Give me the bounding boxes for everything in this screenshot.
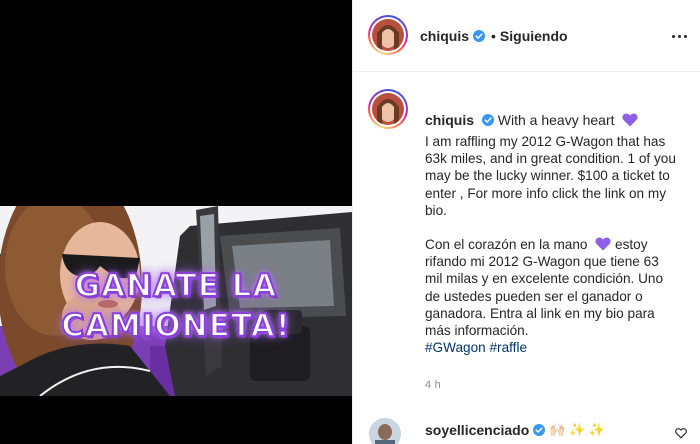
post-header: chiquis • Siguiendo <box>353 0 700 72</box>
instagram-post: GANATE LA CAMIONETA! chiquis • Siguiendo… <box>0 0 700 444</box>
comment-emojis: 🙌🏻 ✨ ✨ <box>549 422 606 437</box>
following-button[interactable]: Siguiendo <box>500 28 568 44</box>
comment-row: soyellicenciado 🙌🏻 ✨ ✨ <box>353 410 700 444</box>
verified-badge-icon <box>473 30 486 42</box>
caption-body: I am raffling my 2012 G-Wagon that has 6… <box>425 133 677 373</box>
overlay-text-line-1: GANATE LA <box>74 267 278 305</box>
post-details-panel: chiquis • Siguiendo chiquis With a heavy… <box>352 0 700 444</box>
caption-avatar-image <box>372 93 404 125</box>
more-options-icon[interactable] <box>669 26 689 46</box>
header-user-line: chiquis • Siguiendo <box>420 28 568 44</box>
hashtag-raffle[interactable]: #raffle <box>489 340 527 355</box>
caption-spanish-start: Con el corazón en la mano <box>425 237 588 253</box>
verified-badge-icon <box>481 114 494 126</box>
caption-spanish-rest: estoy rifando mi 2012 G-Wagon que tiene … <box>425 237 664 339</box>
caption-timestamp[interactable]: 4 h <box>425 379 441 391</box>
hashtag-gwagon[interactable]: #GWagon <box>425 340 486 355</box>
author-avatar-image <box>372 19 404 51</box>
header-separator: • <box>491 28 496 44</box>
overlay-text-line-2: CAMIONETA! <box>60 307 291 345</box>
purple-heart-icon <box>622 113 639 127</box>
purple-heart-icon <box>595 237 611 251</box>
caption-lead: With a heavy heart <box>497 112 615 128</box>
caption-paragraph-english: I am raffling my 2012 G-Wagon that has 6… <box>425 134 676 218</box>
comments-section: chiquis With a heavy heart I am raffling… <box>353 73 700 403</box>
heart-outline-icon[interactable] <box>675 427 687 439</box>
caption-avatar[interactable] <box>368 89 408 129</box>
header-username[interactable]: chiquis <box>420 28 469 44</box>
comment-text: soyellicenciado 🙌🏻 ✨ ✨ <box>425 422 605 438</box>
post-media[interactable]: GANATE LA CAMIONETA! <box>0 0 352 444</box>
commenter-username[interactable]: soyellicenciado <box>425 422 529 438</box>
caption-head: chiquis With a heavy heart <box>425 110 639 130</box>
caption-paragraph-spanish: Con el corazón en la mano estoy rifando … <box>425 236 677 356</box>
verified-badge-icon <box>533 424 546 436</box>
caption-username[interactable]: chiquis <box>425 112 474 128</box>
hashtags: #GWagon #raffle <box>425 340 527 355</box>
author-avatar[interactable] <box>368 15 408 55</box>
commenter-avatar[interactable] <box>369 418 401 444</box>
